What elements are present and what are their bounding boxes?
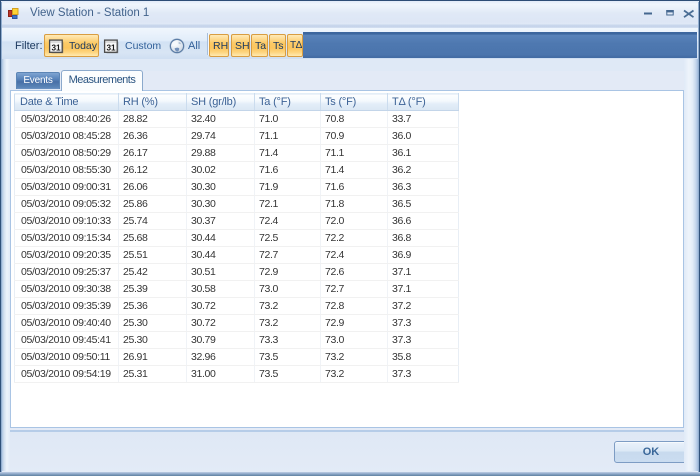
svg-text:31: 31 (106, 44, 116, 53)
svg-text:31: 31 (51, 44, 61, 53)
